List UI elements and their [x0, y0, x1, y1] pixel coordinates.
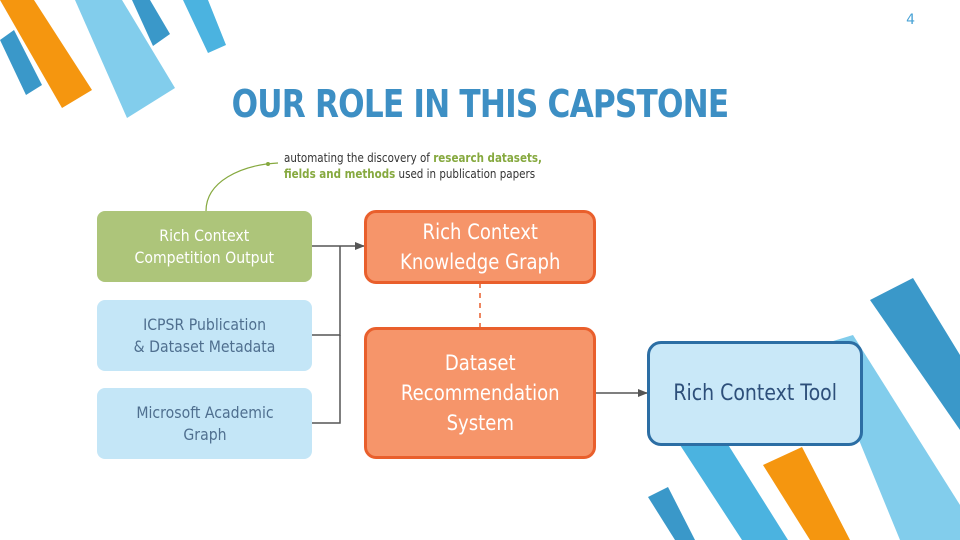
source-competition-output: Rich Context Competition Output: [97, 211, 312, 282]
source-microsoft-academic-graph: Microsoft Academic Graph: [97, 388, 312, 459]
node-recommendation-system-label: Dataset Recommendation System: [400, 351, 560, 435]
node-recommendation-system: Dataset Recommendation System: [364, 327, 596, 459]
node-rich-context-tool-label: Rich Context Tool: [673, 381, 837, 406]
node-knowledge-graph: Rich Context Knowledge Graph: [364, 210, 596, 284]
node-rich-context-tool: Rich Context Tool: [647, 341, 863, 446]
annotation-callout-line: [205, 162, 279, 212]
source-microsoft-academic-graph-label: Microsoft Academic Graph: [135, 402, 274, 444]
connector-icpsr-to-graph: [312, 246, 341, 336]
source-competition-output-label: Rich Context Competition Output: [134, 225, 275, 267]
annotation-callout-dot: [266, 162, 270, 166]
node-knowledge-graph-label: Rich Context Knowledge Graph: [399, 220, 561, 274]
connector-microsoft-to-graph: [312, 335, 341, 424]
source-icpsr-metadata: ICPSR Publication & Dataset Metadata: [97, 300, 312, 371]
source-icpsr-metadata-label: ICPSR Publication & Dataset Metadata: [133, 314, 276, 356]
